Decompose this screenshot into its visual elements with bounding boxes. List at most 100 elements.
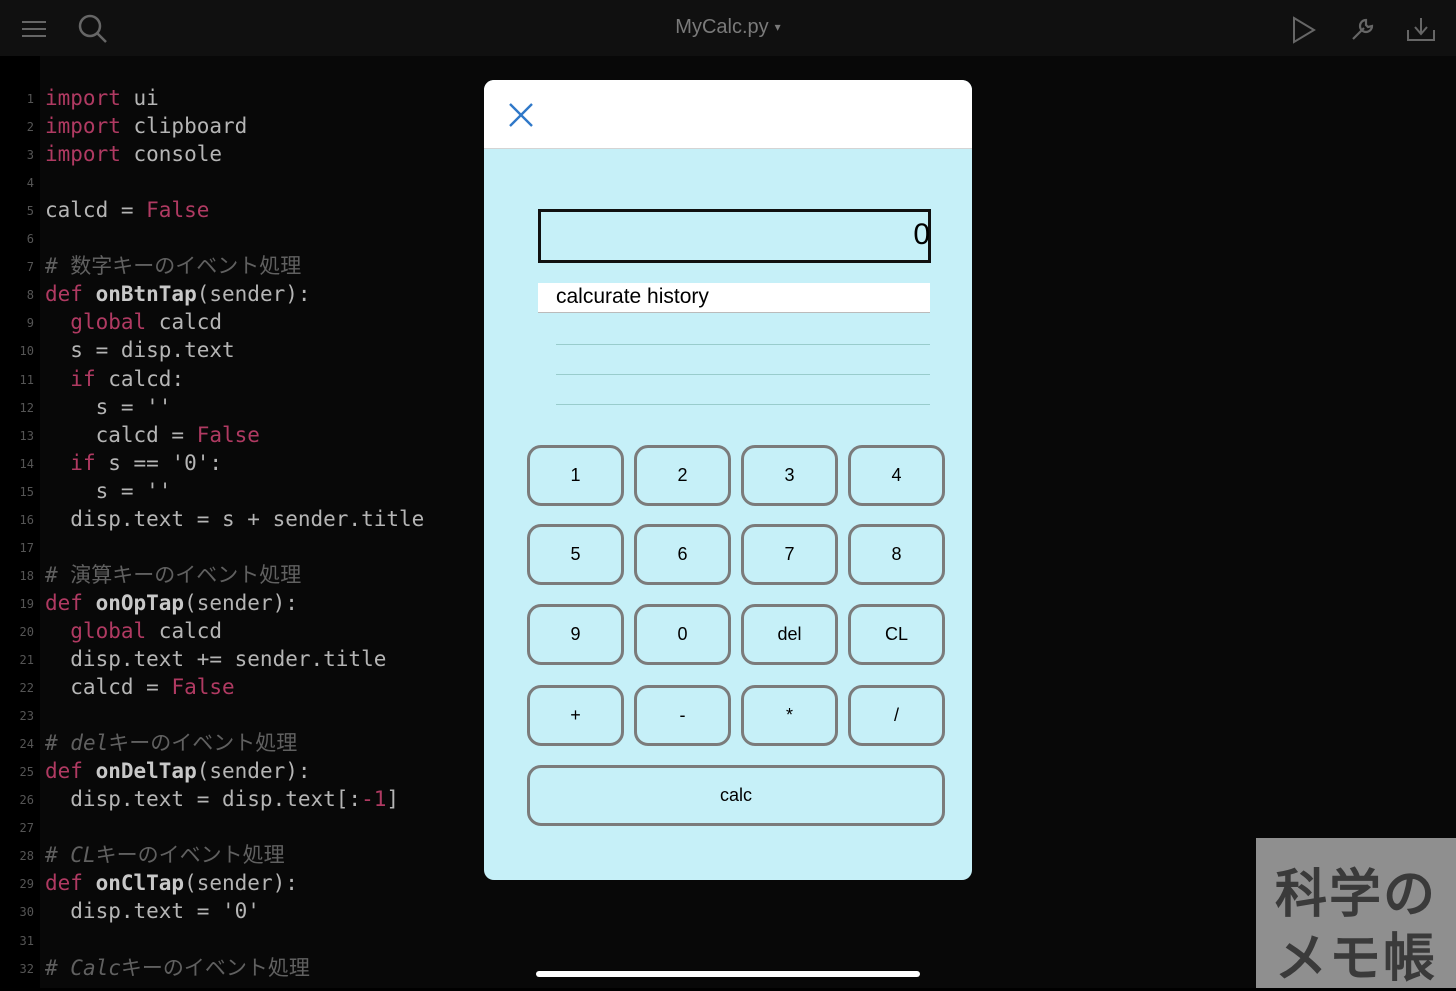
history-list[interactable]: calcurate history — [538, 283, 930, 407]
code-token: onOpTap — [95, 590, 185, 615]
key-button[interactable]: del — [741, 604, 838, 665]
line-number: 30 — [19, 905, 34, 920]
code-line: # delキーのイベント処理 — [45, 729, 297, 757]
code-token: キーのイベント処理 — [108, 731, 298, 756]
list-item[interactable] — [556, 314, 930, 345]
code-token: (sender): — [196, 282, 311, 307]
file-title-text: MyCalc.py — [675, 16, 769, 38]
code-line: # Calcキーのイベント処理 — [45, 954, 310, 982]
code-token: キーのイベント処理 — [95, 843, 285, 868]
line-number: 15 — [19, 484, 34, 499]
calculator-dialog: 0 calcurate history calc 1 2 3 4 5 6 7 8 9 0 del CL… — [484, 80, 972, 880]
code-line: def onOpTap(sender): — [45, 589, 298, 617]
close-icon[interactable] — [508, 102, 534, 128]
code-token: import — [45, 142, 121, 167]
line-number: 19 — [19, 596, 34, 611]
line-number: 25 — [19, 765, 34, 780]
key-button[interactable]: 0 — [634, 604, 731, 665]
line-number: 13 — [19, 428, 34, 443]
key-button[interactable]: / — [848, 685, 945, 746]
code-token: (sender): — [196, 759, 311, 784]
code-line: s = '' — [45, 393, 172, 421]
key-label: 9 — [570, 624, 581, 644]
line-number: 21 — [19, 653, 34, 667]
key-button[interactable]: 8 — [848, 524, 945, 585]
history-header-row: calcurate history — [538, 283, 930, 313]
code-token: s = '' — [45, 478, 172, 503]
code-token: calcd — [146, 310, 223, 335]
key-button[interactable]: 5 — [527, 524, 624, 585]
key-button[interactable]: 4 — [848, 445, 945, 506]
code-line: global calcd — [45, 617, 222, 645]
code-line: import console — [45, 140, 222, 168]
code-line: def onClTap(sender): — [45, 869, 298, 897]
export-icon[interactable] — [1406, 14, 1436, 42]
code-token: calcd = — [45, 198, 147, 223]
line-number: 22 — [19, 681, 34, 696]
line-number: 20 — [19, 624, 34, 639]
code-token: disp.text = disp.text[: — [45, 787, 362, 812]
line-number: 31 — [19, 933, 34, 948]
calc-button[interactable]: calc — [527, 765, 945, 826]
line-number: 8 — [26, 288, 34, 303]
code-line: calcd = False — [45, 673, 235, 701]
code-token: ui — [120, 86, 159, 110]
code-token: disp.text = s + sender.title — [45, 506, 425, 531]
code-token: calcd = — [45, 422, 197, 447]
play-icon[interactable] — [1292, 16, 1316, 44]
code-token: False — [171, 675, 235, 700]
line-number: 10 — [19, 344, 34, 359]
code-token: ] — [386, 787, 400, 812]
code-token: clipboard — [120, 114, 248, 139]
code-token: def — [45, 282, 96, 307]
code-token: global — [70, 618, 147, 643]
list-item[interactable] — [556, 344, 930, 375]
watermark-line-2: メモ帳 — [1274, 929, 1437, 989]
wrench-icon[interactable] — [1350, 16, 1376, 42]
calc-display[interactable]: 0 — [538, 209, 931, 263]
code-token: -1 — [361, 787, 387, 812]
code-token: calcd = — [45, 675, 172, 700]
line-number: 28 — [19, 849, 34, 864]
code-line: s = '' — [45, 477, 172, 505]
key-button[interactable]: 2 — [634, 445, 731, 506]
key-button[interactable]: 6 — [634, 524, 731, 585]
list-item[interactable] — [556, 374, 930, 405]
top-toolbar: MyCalc.py ▾ — [0, 0, 1456, 56]
code-token: (sender): — [184, 871, 298, 896]
code-token: import — [45, 86, 121, 110]
key-label: 2 — [677, 465, 688, 485]
key-button[interactable]: - — [634, 685, 731, 746]
home-indicator[interactable] — [536, 971, 920, 977]
key-label: CL — [884, 624, 908, 644]
code-line: # 数字キーのイベント処理 — [45, 252, 301, 280]
key-button[interactable]: 1 — [527, 445, 624, 506]
code-token: # 演算キーのイベント処理 — [45, 562, 302, 587]
file-title[interactable]: MyCalc.py ▾ — [0, 16, 1456, 39]
code-token: disp.text += sender.title — [45, 647, 387, 671]
line-number: 14 — [19, 456, 34, 471]
key-button[interactable]: 9 — [527, 604, 624, 665]
line-number: 26 — [19, 793, 34, 808]
line-number: 29 — [19, 877, 34, 892]
line-number: 11 — [19, 372, 34, 387]
key-label: 5 — [570, 544, 581, 564]
line-number: 23 — [19, 709, 34, 724]
key-button[interactable]: CL — [848, 604, 945, 665]
key-button[interactable]: 3 — [741, 445, 838, 506]
key-label: * — [785, 705, 793, 725]
code-line: calcd = False — [45, 196, 209, 224]
code-token: # — [45, 731, 71, 756]
key-button[interactable]: 7 — [741, 524, 838, 585]
key-button[interactable]: + — [527, 685, 624, 746]
code-token: console — [120, 142, 223, 167]
line-number: 4 — [26, 176, 34, 191]
code-line: disp.text = '0' — [45, 897, 260, 925]
line-number: 24 — [19, 737, 34, 752]
code-line: global calcd — [45, 308, 222, 336]
dialog-header — [484, 80, 972, 149]
line-number: 27 — [19, 821, 34, 836]
code-line: if calcd: — [45, 365, 184, 393]
key-button[interactable]: * — [741, 685, 838, 746]
